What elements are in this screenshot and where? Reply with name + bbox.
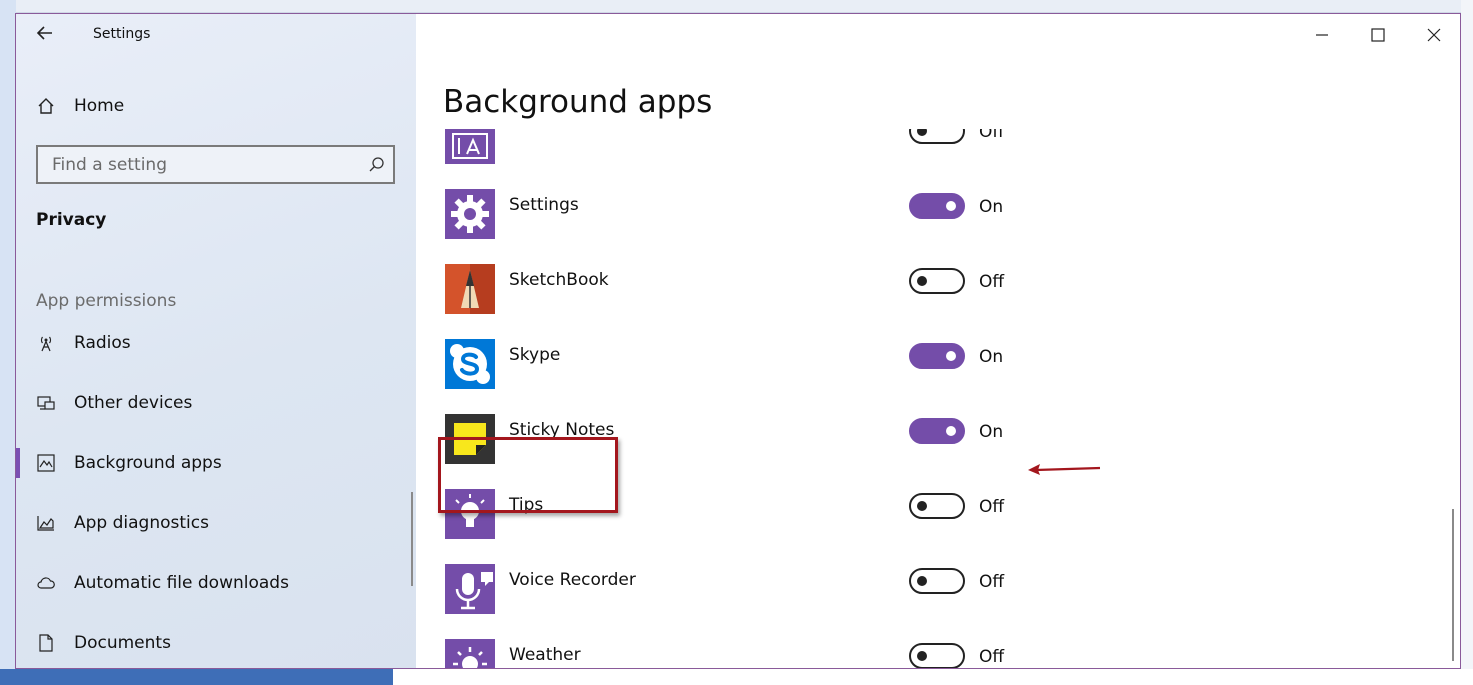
sidebar-item-background-apps[interactable]: Background apps — [36, 451, 222, 475]
app-name: Skype — [509, 345, 561, 365]
sidebar: Settings Home Privacy App permissions Ra… — [16, 14, 416, 668]
gear-icon — [451, 195, 489, 233]
annotation-highlight-box — [438, 437, 618, 513]
toggle-knob — [946, 351, 956, 361]
main-scrollbar[interactable] — [1452, 509, 1454, 661]
toggle-state-label: Off — [979, 497, 1005, 517]
home-icon — [38, 98, 54, 114]
toggle-knob — [917, 651, 927, 661]
sidebar-item-radios[interactable]: Radios — [36, 331, 131, 355]
background-toggle[interactable] — [909, 418, 965, 444]
app-row-settings: Settings On — [445, 189, 1145, 245]
sidebar-item-label: Other devices — [74, 393, 193, 413]
app-tile — [445, 564, 495, 614]
arrow-left-icon — [36, 26, 52, 40]
sun-icon — [453, 647, 487, 668]
sidebar-item-documents[interactable]: Documents — [36, 631, 171, 655]
toggle-knob — [917, 501, 927, 511]
close-icon — [1427, 28, 1441, 42]
app-row-skype: Skype On — [445, 339, 1145, 395]
app-row-print-3d: Off — [445, 129, 1145, 170]
document-icon — [39, 634, 53, 652]
app-tile — [445, 129, 495, 164]
app-row-voice-recorder: Voice Recorder Off — [445, 564, 1145, 620]
cloud-icon — [37, 577, 55, 589]
toggle-knob — [917, 576, 927, 586]
app-name: Voice Recorder — [509, 570, 636, 590]
sidebar-item-automatic-file-downloads[interactable]: Automatic file downloads — [36, 571, 289, 595]
window-title: Settings — [93, 26, 151, 42]
app-tile — [445, 264, 495, 314]
sidebar-scrollbar[interactable] — [411, 492, 413, 586]
sidebar-item-label: Home — [74, 96, 125, 116]
sidebar-item-label: Radios — [74, 333, 131, 353]
page-title: Background apps — [443, 84, 713, 120]
app-name: Settings — [509, 195, 579, 215]
background-window-left — [0, 0, 16, 685]
section-title: Privacy — [36, 210, 107, 230]
toggle-knob — [917, 276, 927, 286]
toggle-state-label: On — [979, 422, 1004, 442]
app-tile — [445, 189, 495, 239]
back-button[interactable] — [34, 22, 56, 44]
maximize-button[interactable] — [1367, 24, 1389, 46]
toggle-knob — [946, 201, 956, 211]
skype-icon — [450, 344, 490, 384]
diagnostics-icon — [37, 516, 54, 531]
settings-window: Settings Home Privacy App permissions Ra… — [15, 13, 1461, 669]
background-apps-icon — [37, 454, 55, 472]
app-tile — [445, 639, 495, 668]
background-toggle[interactable] — [909, 643, 965, 668]
background-taskbar-fragment — [0, 669, 393, 685]
active-indicator — [16, 448, 20, 478]
pencil-icon — [445, 264, 495, 314]
search-box[interactable] — [36, 145, 395, 184]
background-toggle[interactable] — [909, 129, 965, 144]
microphone-icon — [455, 572, 493, 610]
sidebar-item-label: Documents — [74, 633, 171, 653]
background-toggle[interactable] — [909, 343, 965, 369]
radio-tower-icon — [40, 336, 52, 352]
main-content: Background apps Off Settings On SketchBo… — [416, 14, 1460, 668]
toggle-state-label: On — [979, 347, 1004, 367]
background-window-right — [1461, 0, 1473, 685]
sidebar-item-label: Background apps — [74, 453, 222, 473]
toggle-state-label: On — [979, 197, 1004, 217]
devices-icon — [37, 396, 55, 410]
app-name: Weather — [509, 645, 581, 665]
print-3d-icon — [452, 133, 488, 159]
sidebar-item-label: App diagnostics — [74, 513, 209, 533]
background-toggle[interactable] — [909, 268, 965, 294]
toggle-knob — [946, 426, 956, 436]
app-list: Off Settings On SketchBook Off Skype On … — [416, 129, 1446, 668]
toggle-state-label: Off — [979, 129, 1005, 142]
background-toggle[interactable] — [909, 493, 965, 519]
app-row-weather: Weather Off — [445, 639, 1145, 668]
search-input[interactable] — [38, 147, 358, 182]
search-icon[interactable] — [367, 156, 385, 174]
minimize-icon — [1316, 34, 1328, 36]
app-row-sketchbook: SketchBook Off — [445, 264, 1145, 320]
sidebar-item-app-diagnostics[interactable]: App diagnostics — [36, 511, 209, 535]
toggle-state-label: Off — [979, 572, 1005, 592]
group-title: App permissions — [36, 291, 177, 311]
toggle-knob — [917, 129, 927, 136]
sidebar-item-home[interactable]: Home — [36, 94, 124, 118]
toggle-state-label: Off — [979, 647, 1005, 667]
toggle-state-label: Off — [979, 272, 1005, 292]
annotation-arrow-icon — [1028, 464, 1101, 475]
background-toggle[interactable] — [909, 568, 965, 594]
app-tile — [445, 339, 495, 389]
sidebar-item-other-devices[interactable]: Other devices — [36, 391, 192, 415]
background-toggle[interactable] — [909, 193, 965, 219]
maximize-icon — [1371, 28, 1385, 42]
minimize-button[interactable] — [1311, 24, 1333, 46]
close-button[interactable] — [1423, 24, 1445, 46]
sidebar-item-label: Automatic file downloads — [74, 573, 289, 593]
background-window-strip — [0, 0, 1473, 13]
app-name: SketchBook — [509, 270, 609, 290]
